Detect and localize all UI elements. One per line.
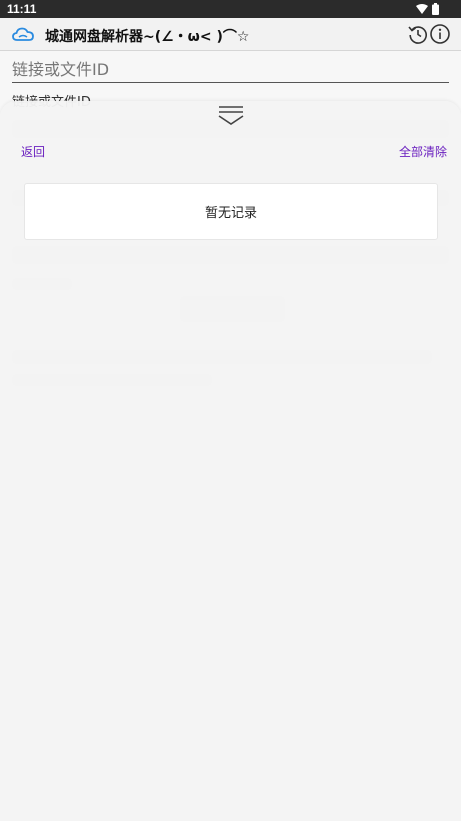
link-or-file-id-input[interactable]: 链接或文件ID bbox=[12, 58, 449, 83]
status-time: 11:11 bbox=[7, 2, 37, 16]
clear-all-button[interactable]: 全部清除 bbox=[399, 143, 447, 160]
empty-history-text: 暂无记录 bbox=[204, 206, 257, 221]
wifi-icon bbox=[416, 4, 428, 14]
history-sheet: 返回 全部清除 暂无记录 bbox=[0, 101, 461, 821]
back-button[interactable]: 返回 bbox=[21, 143, 45, 160]
empty-history-card: 暂无记录 bbox=[24, 183, 438, 240]
app-bar: 城通网盘解析器~(∠・ω< )⌒☆ bbox=[0, 18, 461, 51]
collapse-sheet-icon[interactable] bbox=[218, 105, 244, 125]
status-icons bbox=[416, 3, 439, 15]
battery-icon bbox=[432, 3, 439, 15]
cloud-logo-icon bbox=[12, 27, 34, 41]
status-bar: 11:11 bbox=[0, 0, 461, 18]
app-title: 城通网盘解析器~(∠・ω< )⌒☆ bbox=[45, 29, 250, 45]
history-icon[interactable] bbox=[407, 23, 429, 45]
info-icon[interactable] bbox=[429, 23, 451, 45]
